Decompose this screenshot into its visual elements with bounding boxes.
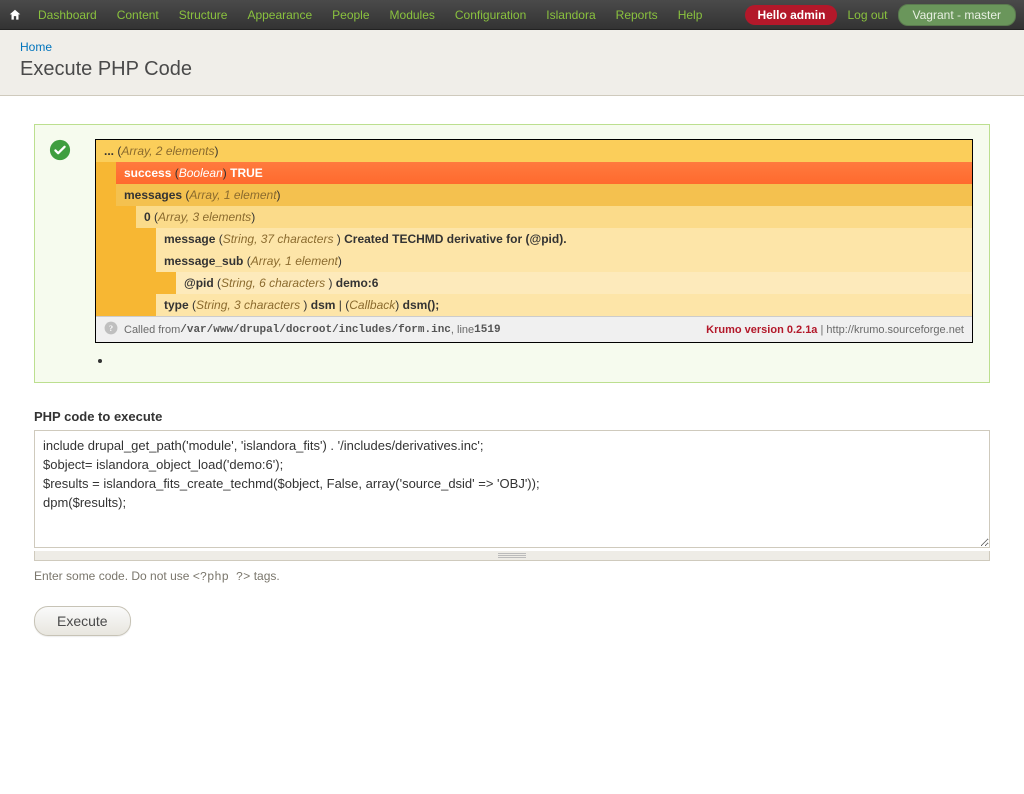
- krumo-value: Created TECHMD derivative for (@pid).: [344, 232, 566, 246]
- admin-menu-item[interactable]: Appearance: [237, 0, 322, 30]
- admin-menu-item[interactable]: Content: [107, 0, 169, 30]
- krumo-dump: ... (Array, 2 elements) success (Boolean…: [95, 139, 973, 343]
- krumo-type: Boolean: [179, 166, 223, 180]
- form-desc-post: tags.: [250, 569, 279, 583]
- krumo-row[interactable]: @pid (String, 6 characters ) demo:6: [96, 272, 972, 294]
- admin-menu-item[interactable]: People: [322, 0, 379, 30]
- krumo-type: String, 3 characters: [196, 298, 303, 312]
- form-description: Enter some code. Do not use <?php ?> tag…: [34, 569, 990, 584]
- krumo-type: String, 37 characters: [223, 232, 337, 246]
- krumo-row[interactable]: message_sub (Array, 1 element): [96, 250, 972, 272]
- krumo-row[interactable]: messages (Array, 1 element): [96, 184, 972, 206]
- execute-button[interactable]: Execute: [34, 606, 131, 636]
- admin-menu: DashboardContentStructureAppearancePeopl…: [28, 0, 712, 30]
- krumo-type: Callback: [349, 298, 395, 312]
- admin-menu-item[interactable]: Dashboard: [28, 0, 107, 30]
- krumo-type: Array, 1 element: [189, 188, 276, 202]
- krumo-row[interactable]: message (String, 37 characters ) Created…: [96, 228, 972, 250]
- krumo-key: @pid: [184, 276, 214, 290]
- php-code-label: PHP code to execute: [34, 409, 990, 424]
- krumo-line-number: 1519: [474, 324, 500, 336]
- breadcrumb-home[interactable]: Home: [20, 40, 52, 54]
- krumo-root-key: ...: [104, 144, 114, 158]
- krumo-row-root[interactable]: ... (Array, 2 elements): [96, 140, 972, 162]
- admin-menu-item[interactable]: Islandora: [536, 0, 605, 30]
- home-icon[interactable]: [8, 8, 22, 22]
- admin-toolbar: DashboardContentStructureAppearancePeopl…: [0, 0, 1024, 30]
- hello-admin-badge[interactable]: Hello admin: [745, 5, 837, 25]
- breadcrumb: Home: [20, 40, 1004, 54]
- status-list-bullet: [113, 353, 973, 368]
- admin-menu-item[interactable]: Help: [668, 0, 713, 30]
- krumo-type: Array, 3 elements: [158, 210, 251, 224]
- status-message: ... (Array, 2 elements) success (Boolean…: [34, 124, 990, 383]
- success-check-icon: [49, 139, 71, 164]
- content: ... (Array, 2 elements) success (Boolean…: [0, 96, 1024, 664]
- logout-link[interactable]: Log out: [847, 8, 887, 22]
- krumo-key: message_sub: [164, 254, 243, 268]
- admin-menu-item[interactable]: Modules: [380, 0, 445, 30]
- krumo-called-from-path: /var/www/drupal/docroot/includes/form.in…: [180, 324, 451, 336]
- krumo-footer: ? Called from /var/www/drupal/docroot/in…: [96, 316, 972, 342]
- krumo-key: 0: [144, 210, 151, 224]
- krumo-key: success: [124, 166, 171, 180]
- krumo-value: dsm();: [403, 298, 440, 312]
- krumo-row[interactable]: type (String, 3 characters ) dsm | (Call…: [96, 294, 972, 316]
- admin-menu-item[interactable]: Reports: [606, 0, 668, 30]
- page-header: Home Execute PHP Code: [0, 30, 1024, 96]
- krumo-row[interactable]: success (Boolean) TRUE: [96, 162, 972, 184]
- environment-badge[interactable]: Vagrant - master: [898, 4, 1016, 26]
- krumo-value: TRUE: [230, 166, 263, 180]
- krumo-value: dsm: [311, 298, 336, 312]
- question-icon: ?: [104, 321, 118, 338]
- krumo-row[interactable]: 0 (Array, 3 elements): [96, 206, 972, 228]
- admin-menu-item[interactable]: Configuration: [445, 0, 536, 30]
- krumo-type: String, 6 characters: [221, 276, 328, 290]
- krumo-line-label: , line: [451, 324, 474, 336]
- krumo-root-type: Array, 2 elements: [121, 144, 214, 158]
- textarea-resize-grip[interactable]: [34, 551, 990, 561]
- krumo-type: Array, 1 element: [251, 254, 338, 268]
- krumo-key: message: [164, 232, 215, 246]
- krumo-called-from-label: Called from: [124, 324, 180, 336]
- krumo-url[interactable]: http://krumo.sourceforge.net: [826, 324, 964, 336]
- page-title: Execute PHP Code: [20, 58, 1004, 81]
- admin-menu-item[interactable]: Structure: [169, 0, 238, 30]
- form-desc-code: <?php ?>: [193, 570, 251, 584]
- krumo-key: messages: [124, 188, 182, 202]
- form-desc-pre: Enter some code. Do not use: [34, 569, 193, 583]
- krumo-version: Krumo version 0.2.1a: [706, 324, 817, 336]
- svg-text:?: ?: [109, 324, 113, 333]
- krumo-key: type: [164, 298, 189, 312]
- php-code-textarea[interactable]: [34, 430, 990, 548]
- krumo-value: demo:6: [336, 276, 379, 290]
